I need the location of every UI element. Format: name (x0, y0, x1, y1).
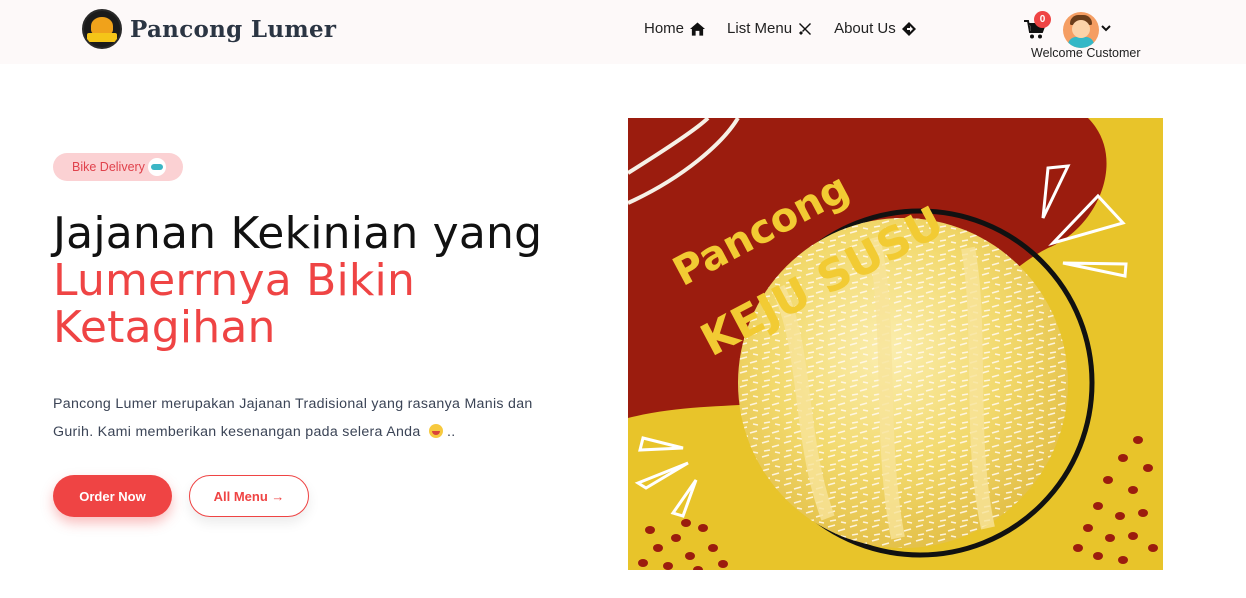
nav-item-list-menu[interactable]: List Menu (727, 20, 812, 37)
direction-sign-icon (901, 21, 916, 36)
cart-count-badge: 0 (1034, 11, 1051, 28)
nav-item-label: Home (644, 20, 685, 37)
brand-name: Pancong Lumer (130, 15, 337, 43)
utensils-icon (799, 22, 812, 35)
nav-item-label: About Us (834, 20, 896, 37)
smiling-face-icon (428, 424, 443, 438)
pancong-logo-icon (82, 9, 122, 49)
description-suffix: .. (447, 424, 456, 440)
welcome-text: Welcome Customer (1031, 46, 1141, 60)
badge-label: Bike Delivery (72, 160, 145, 174)
bike-delivery-badge: Bike Delivery (53, 153, 183, 181)
all-menu-button[interactable]: All Menu → (189, 475, 309, 517)
navbar: Pancong Lumer Home List Menu About Us 0 … (0, 0, 1246, 64)
chevron-down-icon[interactable] (1101, 24, 1111, 32)
home-icon (690, 21, 706, 36)
user-avatar-icon[interactable] (1063, 12, 1099, 48)
description-text: Pancong Lumer merupakan Jajanan Tradisio… (53, 396, 533, 440)
nav-links: Home List Menu About Us (644, 20, 938, 37)
hero-title-line2: Lumerrnya Bikin (53, 255, 416, 306)
hero-title-line1: Jajanan Kekinian yang (53, 208, 543, 259)
order-now-button[interactable]: Order Now (53, 475, 172, 517)
nav-item-about-us[interactable]: About Us (834, 20, 916, 37)
hero-title: Jajanan Kekinian yang Lumerrnya Bikin Ke… (53, 210, 542, 351)
brand[interactable]: Pancong Lumer (82, 9, 336, 49)
scooter-icon (147, 158, 166, 176)
hero-product-image: Pancong KEJU SUSU (628, 118, 1163, 570)
nav-item-home[interactable]: Home (644, 20, 706, 37)
hero-title-line3: Ketagihan (53, 302, 276, 353)
hero-description: Pancong Lumer merupakan Jajanan Tradisio… (53, 390, 563, 446)
nav-item-label: List Menu (727, 20, 793, 37)
